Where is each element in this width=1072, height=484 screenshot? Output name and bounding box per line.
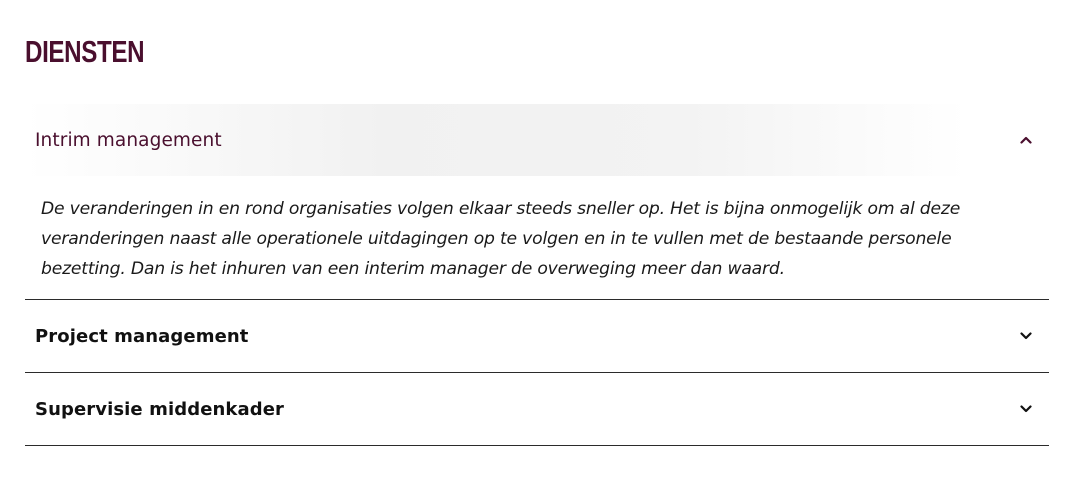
accordion-header-project-management[interactable]: Project management [25, 300, 1049, 372]
services-accordion: Intrim management De veranderingen in en… [25, 104, 1049, 446]
accordion-label: Intrim management [35, 129, 222, 151]
chevron-down-icon[interactable] [1018, 328, 1034, 344]
accordion-item-project-management: Project management [25, 300, 1049, 373]
accordion-label: Project management [35, 325, 249, 347]
accordion-panel-text: De veranderingen in en rond organisaties… [41, 199, 961, 279]
accordion-item-supervisie-middenkader: Supervisie middenkader [25, 373, 1049, 446]
chevron-down-icon[interactable] [1018, 401, 1034, 417]
section-title: DIENSTEN [25, 34, 145, 69]
accordion-header-supervisie-middenkader[interactable]: Supervisie middenkader [25, 373, 1049, 445]
accordion-header-intrim-management[interactable]: Intrim management [25, 104, 1049, 176]
accordion-item-intrim-management: Intrim management De veranderingen in en… [25, 104, 1049, 300]
accordion-label: Supervisie middenkader [35, 398, 285, 420]
chevron-up-icon[interactable] [1018, 132, 1034, 148]
